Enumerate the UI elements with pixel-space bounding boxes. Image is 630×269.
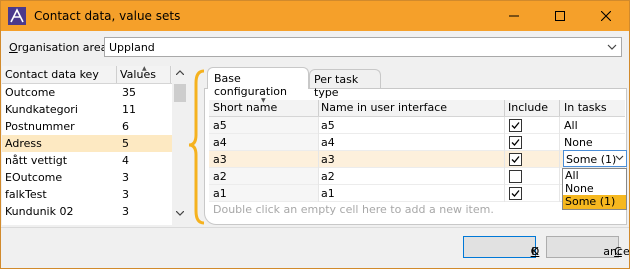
contact-data-key-list[interactable]: Contact data key ▲ Values Outcome 35 Kund… xyxy=(2,66,188,225)
list-header: Contact data key ▲ Values xyxy=(2,66,188,84)
ok-button[interactable]: OK xyxy=(463,236,539,258)
column-header-include[interactable]: Include xyxy=(508,101,548,114)
app-logo-icon xyxy=(8,7,26,25)
scroll-down-icon[interactable] xyxy=(176,211,184,216)
column-header-in-tasks[interactable]: In tasks xyxy=(564,101,607,114)
list-scrollbar[interactable] xyxy=(172,66,188,225)
checkmark-icon xyxy=(511,139,520,146)
maximize-button[interactable] xyxy=(537,1,583,31)
list-item[interactable]: Postnummer 6 xyxy=(2,118,172,135)
close-icon xyxy=(601,11,611,21)
organisation-area-label: Organisation area xyxy=(9,41,108,54)
column-header-values[interactable]: Values xyxy=(120,68,156,81)
window-title: Contact data, value sets xyxy=(34,9,181,23)
list-item[interactable]: Kundkategori 11 xyxy=(2,101,172,118)
organisation-area-value: Uppland xyxy=(109,41,155,54)
include-checkbox[interactable] xyxy=(509,153,522,166)
dropdown-option-selected[interactable]: Some (1) xyxy=(563,195,626,209)
list-item[interactable]: falkTest 3 xyxy=(2,186,172,203)
table-row[interactable]: a4 a4 None xyxy=(209,134,625,151)
add-item-hint[interactable]: Double click an empty cell here to add a… xyxy=(213,203,494,216)
grid-header: Short name ▼ Name in user interface Incl… xyxy=(209,97,625,117)
title-bar[interactable]: Contact data, value sets xyxy=(1,1,629,31)
column-header-name[interactable]: Name in user interface xyxy=(321,101,447,114)
include-checkbox[interactable] xyxy=(509,187,522,200)
dialog-window: Contact data, value sets Organisation ar… xyxy=(0,0,630,269)
checkmark-icon xyxy=(511,156,520,163)
list-item[interactable]: nått vettigt 4 xyxy=(2,152,172,169)
chevron-down-icon xyxy=(607,44,617,50)
checkmark-icon xyxy=(511,190,520,197)
dropdown-option[interactable]: None xyxy=(563,182,626,195)
column-header-key[interactable]: Contact data key xyxy=(5,68,99,81)
tab-base-configuration[interactable]: Base configuration xyxy=(207,67,309,98)
close-button[interactable] xyxy=(583,1,629,31)
tab-per-task-type[interactable]: Per task type xyxy=(309,69,381,99)
checkmark-icon xyxy=(511,122,520,129)
in-tasks-dropdown-list: All None Some (1) xyxy=(562,168,627,210)
table-row[interactable]: a5 a5 All xyxy=(209,117,625,134)
chevron-down-icon xyxy=(615,155,624,161)
include-checkbox[interactable] xyxy=(509,170,522,183)
scroll-up-icon[interactable] xyxy=(176,70,184,75)
scrollbar-thumb[interactable] xyxy=(174,84,186,102)
cancel-button[interactable]: Cancel xyxy=(546,236,629,258)
minimize-button[interactable] xyxy=(491,1,537,31)
column-header-short-name[interactable]: Short name xyxy=(213,101,277,114)
list-item[interactable]: Outcome 35 xyxy=(2,84,172,101)
organisation-area-select[interactable]: Uppland xyxy=(104,37,622,57)
maximize-icon xyxy=(555,11,565,21)
include-checkbox[interactable] xyxy=(509,136,522,149)
dropdown-option[interactable]: All xyxy=(563,169,626,182)
include-checkbox[interactable] xyxy=(509,119,522,132)
in-tasks-dropdown[interactable]: Some (1) xyxy=(563,150,627,167)
list-item[interactable]: EOutcome 3 xyxy=(2,169,172,186)
list-item-selected[interactable]: Adress 5 xyxy=(2,135,172,152)
footer-divider xyxy=(1,227,629,228)
minimize-icon xyxy=(509,15,519,17)
list-item[interactable]: Kundunik 02 3 xyxy=(2,203,172,220)
sort-indicator-icon: ▼ xyxy=(261,97,266,104)
